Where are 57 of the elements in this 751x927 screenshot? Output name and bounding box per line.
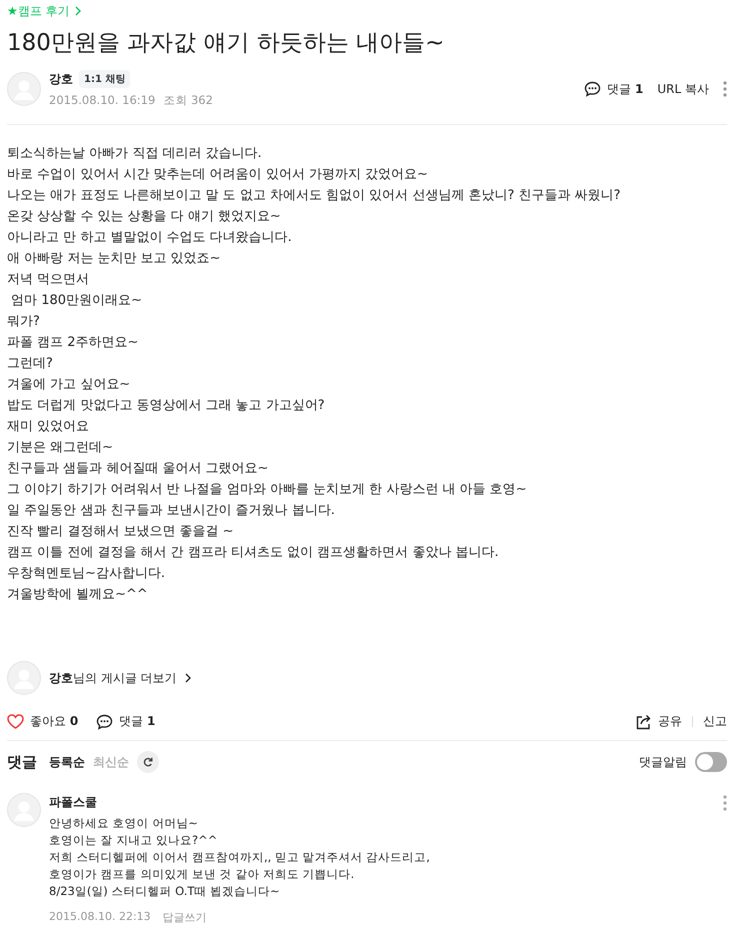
- notify-label: 댓글알림: [639, 754, 687, 770]
- body-text: 재미 있었어요: [7, 418, 90, 436]
- body-text: 엄마 180만원이래요~: [10, 292, 143, 310]
- body-text: 친구들과 샘들과 헤어질때 울어서 그랬어요~: [7, 460, 270, 478]
- body-text: 그 이야기 하기가 어려워서 반 나절을 엄마와 아빠를 눈치보게 한 사랑스런 내 아들 호영~: [7, 481, 528, 499]
- author-name[interactable]: 강호: [49, 70, 73, 88]
- comment-text: 8/23일(일) 스터디헬퍼 O.T때 뵙겠습니다~: [49, 883, 281, 900]
- comment-icon: [96, 714, 114, 730]
- avatar-icon: [7, 72, 41, 106]
- post-date: 2015.08.10. 16:19: [49, 93, 156, 108]
- chevron-right-icon: [184, 673, 191, 683]
- body-text: 우창혁멘토님~감사합니다.: [7, 565, 166, 583]
- comment-icon: [584, 81, 602, 97]
- more-icon[interactable]: [723, 795, 727, 811]
- report-button[interactable]: 신고: [703, 713, 727, 730]
- comments-link[interactable]: 댓글 1: [119, 713, 156, 730]
- body-text: 애 아빠랑 저는 눈치만 보고 있었죠~: [7, 250, 222, 268]
- body-text: 퇴소식하는날 아빠가 직접 데리러 갔습니다.: [7, 145, 263, 163]
- url-copy-link[interactable]: URL 복사: [657, 80, 709, 98]
- body-text: 아니라고 만 하고 별말없이 수업도 다녀왔습니다.: [7, 229, 293, 247]
- comment-date: 2015.08.10. 22:13: [49, 910, 151, 925]
- body-text: 그런데?: [7, 355, 54, 373]
- body-text: 저녁 먹으면서: [7, 271, 90, 289]
- avatar-icon: [7, 661, 41, 695]
- share-button[interactable]: 공유: [658, 713, 682, 730]
- share-icon: [636, 714, 652, 730]
- body-text: 나오는 애가 표정도 나른해보이고 말 도 없고 차에서도 힘없이 있어서 선생님께 혼났니? 친구들과 싸웠니?: [7, 187, 622, 205]
- body-text: 겨울방학에 뵐께요~^^: [7, 586, 149, 604]
- body-text: 겨울에 가고 싶어요~: [7, 376, 132, 394]
- like-button[interactable]: 좋아요 0: [30, 713, 78, 730]
- body-text: 밥도 더럽게 맛없다고 동영상에서 그래 놓고 가고싶어?: [7, 397, 326, 415]
- chat-button[interactable]: 1:1 채팅: [79, 70, 130, 88]
- avatar-icon: [7, 793, 41, 827]
- sort-tab[interactable]: 등록순: [49, 754, 85, 770]
- more-icon[interactable]: [723, 81, 727, 97]
- body-text: 캠프 이틀 전에 결정을 해서 간 캠프라 티셔츠도 없이 캠프생활하면서 좋았나 봅니다.: [7, 544, 500, 562]
- comments-heading: 댓글: [7, 752, 37, 772]
- comment-author[interactable]: 파폴스쿨: [49, 794, 715, 811]
- body-text: 온갖 상상할 수 있는 상황을 다 얘기 했었지요~: [7, 208, 282, 226]
- notify-toggle[interactable]: [695, 752, 727, 772]
- refresh-icon[interactable]: [137, 751, 159, 773]
- more-posts-link[interactable]: 강호님의 게시글 더보기: [49, 670, 177, 686]
- body-text: 일 주일동안 샘과 친구들과 보낸시간이 즐거웠나 봅니다.: [7, 502, 336, 520]
- comment-text: 호영이는 잘 지내고 있나요?^^: [49, 832, 218, 849]
- comment-text: 안녕하세요 호영이 어머님~: [49, 815, 199, 832]
- body-text: 기분은 왜그런데~: [7, 439, 114, 457]
- body-text: 바로 수업이 있어서 시간 맞추는데 어려움이 있어서 가평까지 갔었어요~: [7, 166, 429, 184]
- chevron-right-icon: [74, 6, 81, 16]
- view-count: 조회 362: [163, 93, 213, 108]
- comments-link[interactable]: 댓글 1: [607, 80, 644, 98]
- body-text: 파폴 캠프 2주하면요~: [7, 334, 140, 352]
- body-text: 진작 빨리 결정해서 보냈으면 좋을걸 ~: [7, 523, 235, 541]
- post-title: 180만원을 과자값 얘기 하듯하는 내아들~: [7, 29, 446, 58]
- comment-text: 호영이가 캠프를 의미있게 보낸 것 같아 저희도 기쁩니다.: [49, 866, 356, 883]
- comment-text: 저희 스터디헬퍼에 이어서 캠프참여까지,, 믿고 맡겨주셔서 감사드리고,: [49, 849, 431, 866]
- body-text: 뭐가?: [7, 313, 41, 331]
- heart-icon[interactable]: [7, 714, 24, 729]
